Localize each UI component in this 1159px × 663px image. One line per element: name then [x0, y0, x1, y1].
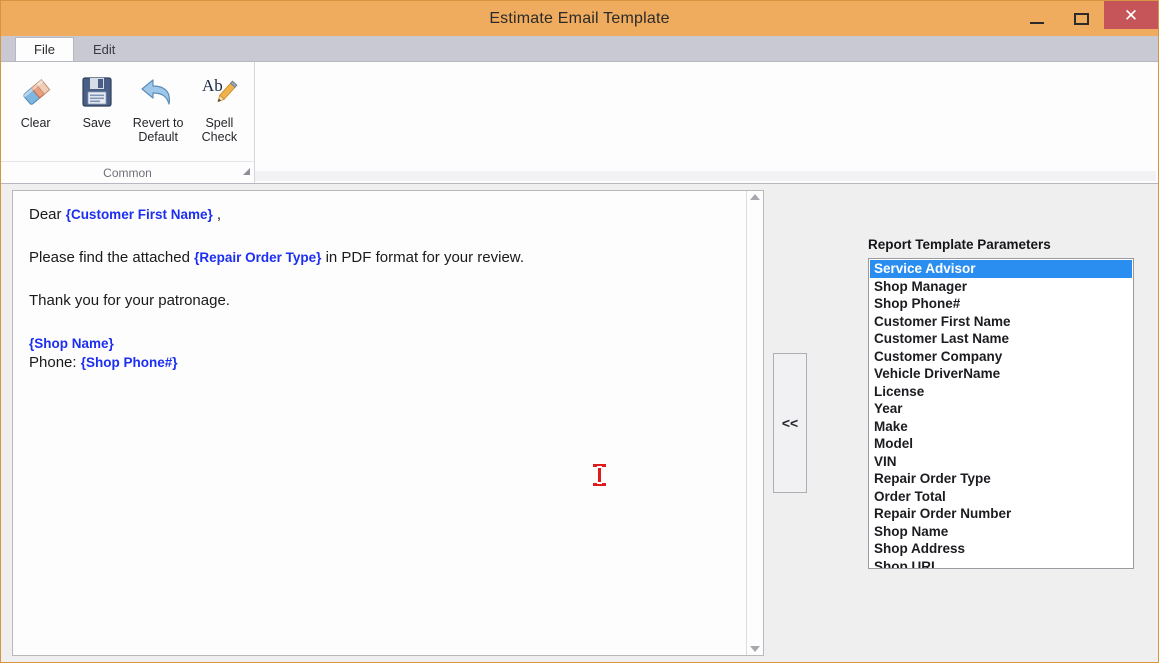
svg-text:Ab: Ab — [202, 76, 223, 95]
i-beam-cursor — [591, 463, 609, 487]
greeting-comma: , — [212, 206, 222, 223]
revert-label-line2: Default — [138, 130, 178, 144]
application-window: Estimate Email Template ✕ File Edit Clea… — [0, 0, 1159, 663]
clear-button-label: Clear — [20, 116, 51, 130]
token-shop-phone: {Shop Phone#} — [80, 355, 178, 370]
phone-label: Phone: — [29, 354, 81, 371]
parameter-list-item[interactable]: Service Advisor — [870, 260, 1132, 278]
revert-to-default-button-label: Revert to Default — [133, 116, 184, 144]
editor-vertical-scrollbar[interactable] — [746, 191, 763, 655]
revert-to-default-button[interactable]: Revert to Default — [128, 70, 189, 144]
minimize-icon — [1029, 21, 1044, 24]
scroll-down-arrow-icon[interactable] — [750, 646, 760, 652]
clear-button[interactable]: Clear — [5, 70, 66, 130]
close-icon: ✕ — [1123, 5, 1139, 25]
parameter-list-item[interactable]: Repair Order Number — [870, 505, 1132, 523]
scroll-up-arrow-icon[interactable] — [750, 194, 760, 200]
minimize-button[interactable] — [1014, 1, 1059, 36]
email-body-text[interactable]: Dear {Customer First Name} , Please find… — [13, 191, 746, 655]
parameter-list-item[interactable]: Shop URL — [870, 558, 1132, 569]
ribbon-body: Clear Save Revert to Default Ab Spell Ch… — [1, 62, 1158, 184]
parameter-list-item[interactable]: Customer Last Name — [870, 330, 1132, 348]
ribbon: File Edit Clear Save Revert to Default A… — [1, 36, 1158, 184]
token-shop-name: {Shop Name} — [29, 336, 114, 351]
attachment-text-before: Please find the attached — [29, 249, 195, 266]
tab-edit-label: Edit — [92, 42, 116, 57]
eraser-icon — [16, 72, 56, 112]
parameter-list-item[interactable]: VIN — [870, 453, 1132, 471]
parameter-list-item[interactable]: Make — [870, 418, 1132, 436]
revert-label-line1: Revert to — [132, 116, 184, 130]
parameters-title: Report Template Parameters — [868, 237, 1051, 252]
parameter-list-item[interactable]: Year — [870, 400, 1132, 418]
parameters-listbox[interactable]: Service Advisor Shop Manager Shop Phone# Cu… — [868, 258, 1134, 569]
spell-check-icon: Ab — [199, 72, 239, 112]
tab-edit[interactable]: Edit — [74, 37, 134, 61]
spell-check-label-line2: Check — [201, 130, 238, 144]
greeting-text: Dear — [29, 206, 66, 223]
parameter-list-item[interactable]: Shop Manager — [870, 278, 1132, 296]
token-repair-order-type: {Repair Order Type} — [194, 250, 322, 265]
ribbon-tabstrip: File Edit — [1, 36, 1158, 62]
parameter-list-item[interactable]: Order Total — [870, 488, 1132, 506]
parameter-list-item[interactable]: Shop Name — [870, 523, 1132, 541]
window-controls: ✕ — [1014, 1, 1158, 36]
ribbon-empty-area — [255, 62, 1158, 183]
spell-check-button[interactable]: Ab Spell Check — [189, 70, 250, 144]
tab-file[interactable]: File — [15, 37, 74, 61]
spell-check-label-line1: Spell — [205, 116, 234, 130]
insert-parameter-button-label: << — [781, 415, 799, 431]
main-content: Dear {Customer First Name} , Please find… — [1, 184, 1158, 662]
parameter-list-item[interactable]: Repair Order Type — [870, 470, 1132, 488]
email-body-editor[interactable]: Dear {Customer First Name} , Please find… — [12, 190, 764, 656]
spell-check-button-label: Spell Check — [202, 116, 237, 144]
tab-file-label: File — [34, 42, 55, 57]
parameter-list-item[interactable]: Shop Address — [870, 540, 1132, 558]
ribbon-group-label: Common — [103, 165, 152, 180]
paragraph-attachment: Please find the attached {Repair Order T… — [29, 248, 746, 268]
parameter-list-item[interactable]: Vehicle DriverName — [870, 365, 1132, 383]
signature-phone: Phone: {Shop Phone#} — [29, 353, 746, 372]
parameter-list-item[interactable]: License — [870, 383, 1132, 401]
dialog-launcher-icon[interactable] — [243, 168, 250, 175]
parameter-list-item[interactable]: Shop Phone# — [870, 295, 1132, 313]
save-button[interactable]: Save — [66, 70, 127, 130]
title-bar: Estimate Email Template ✕ — [1, 1, 1158, 36]
attachment-text-after: in PDF format for your review. — [321, 249, 524, 266]
save-button-label: Save — [82, 116, 112, 130]
parameter-list-item[interactable]: Model — [870, 435, 1132, 453]
transfer-column: << — [764, 188, 816, 658]
undo-arrow-icon — [138, 72, 178, 112]
parameter-list-item[interactable]: Customer First Name — [870, 313, 1132, 331]
insert-parameter-button[interactable]: << — [773, 353, 807, 493]
ribbon-group-common: Clear Save Revert to Default Ab Spell Ch… — [1, 62, 255, 183]
floppy-disk-icon — [77, 72, 117, 112]
parameters-pane: Report Template Parameters Service Advis… — [816, 188, 1154, 658]
token-customer-first-name: {Customer First Name} — [65, 207, 213, 222]
maximize-icon — [1074, 12, 1089, 25]
signature-shop-name: {Shop Name} — [29, 334, 746, 353]
paragraph-thanks: Thank you for your patronage. — [29, 291, 746, 311]
window-title: Estimate Email Template — [489, 9, 670, 27]
parameter-list-item[interactable]: Customer Company — [870, 348, 1132, 366]
ribbon-empty-strip — [255, 171, 1156, 181]
maximize-button[interactable] — [1059, 1, 1104, 36]
ribbon-group-footer: Common — [1, 161, 254, 183]
close-button[interactable]: ✕ — [1104, 1, 1158, 29]
ribbon-group-items: Clear Save Revert to Default Ab Spell Ch… — [1, 62, 254, 161]
thanks-text: Thank you for your patronage. — [29, 292, 230, 309]
paragraph-greeting: Dear {Customer First Name} , — [29, 205, 746, 225]
